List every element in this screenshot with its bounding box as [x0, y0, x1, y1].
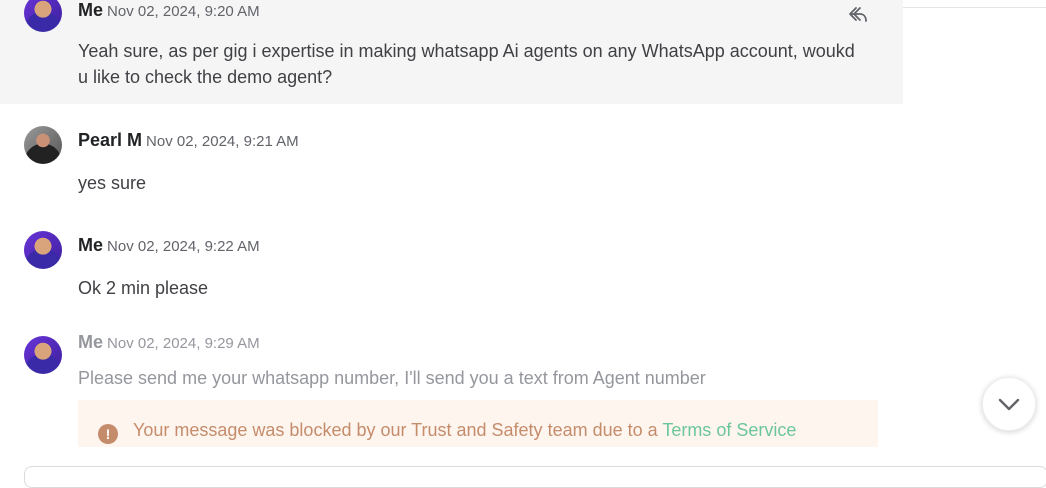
avatar[interactable] — [24, 126, 62, 164]
sender-label: Me — [78, 332, 104, 352]
message-time: Nov 02, 2024, 9:20 AM — [107, 3, 260, 20]
sender-name: Me Nov 02, 2024, 9:22 AM — [78, 235, 260, 256]
blocked-notice-text: Your message was blocked by our Trust an… — [133, 420, 796, 441]
message-text: Please send me your whatsapp number, I'l… — [78, 368, 706, 388]
message-text: Yeah sure, as per gig i expertise in mak… — [78, 41, 855, 87]
message-item: Pearl M Nov 02, 2024, 9:21 AM yes sure — [0, 104, 903, 210]
avatar[interactable] — [24, 231, 62, 269]
scroll-down-button[interactable] — [982, 377, 1036, 431]
sender-label: Pearl M — [78, 130, 143, 150]
message-time: Nov 02, 2024, 9:21 AM — [146, 133, 299, 150]
avatar[interactable] — [24, 336, 62, 374]
chevron-down-icon — [998, 398, 1020, 411]
message-time: Nov 02, 2024, 9:29 AM — [107, 335, 260, 352]
blocked-notice: ! Your message was blocked by our Trust … — [78, 400, 878, 447]
message-text: Ok 2 min please — [78, 278, 209, 298]
avatar[interactable] — [24, 0, 62, 32]
message-item: Me Nov 02, 2024, 9:22 AM Ok 2 min please — [0, 210, 903, 315]
sender-label: Me — [78, 0, 104, 20]
notice-text: Your message was blocked by our Trust an… — [133, 420, 663, 440]
terms-link[interactable]: Terms of Service — [662, 420, 796, 440]
sender-name: Me Nov 02, 2024, 9:20 AM — [78, 0, 260, 21]
sender-name: Me Nov 02, 2024, 9:29 AM — [78, 332, 260, 353]
warning-icon: ! — [98, 424, 118, 444]
reply-icon[interactable] — [846, 2, 870, 26]
message-time: Nov 02, 2024, 9:22 AM — [107, 238, 260, 255]
sender-label: Me — [78, 235, 104, 255]
message-text: yes sure — [78, 173, 147, 193]
message-item: Me Nov 02, 2024, 9:20 AM Yeah sure, as pe… — [0, 0, 903, 104]
sender-name: Pearl M Nov 02, 2024, 9:21 AM — [78, 130, 299, 151]
message-composer[interactable] — [24, 466, 1046, 488]
